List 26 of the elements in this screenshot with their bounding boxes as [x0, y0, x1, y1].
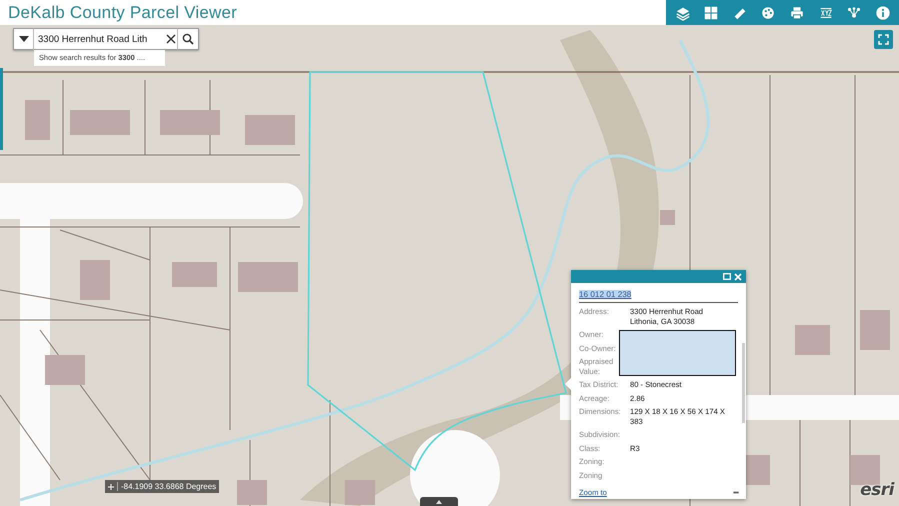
maximize-button[interactable] — [723, 273, 731, 280]
close-icon — [734, 272, 742, 280]
search-box[interactable]: 3300 Herrenhut Road Lith — [34, 28, 177, 50]
fullscreen-icon — [878, 34, 889, 45]
share-icon — [846, 4, 862, 20]
search-field[interactable]: 3300 Herrenhut Road Lith — [34, 34, 165, 44]
caret-icon — [18, 36, 28, 42]
coordinates-readout: -84.1909 33.6868 Degrees — [105, 480, 220, 493]
close-button[interactable] — [734, 272, 742, 280]
esri-logo: esri — [860, 480, 894, 500]
parcel-id-link[interactable]: 16 012 01 238 — [579, 290, 632, 299]
caret-icon — [436, 500, 442, 504]
search-icon — [182, 33, 194, 45]
clear-button[interactable] — [164, 34, 177, 44]
maximize-icon — [723, 273, 731, 280]
panel-handle[interactable] — [420, 497, 458, 506]
dropdown-button[interactable] — [13, 28, 34, 50]
fullscreen-button[interactable] — [874, 30, 893, 49]
plus-icon — [108, 484, 114, 490]
grid-icon — [703, 4, 720, 20]
close-icon — [166, 34, 176, 44]
palette-icon — [760, 4, 776, 20]
app-title: DeKalb County Parcel Viewer — [7, 2, 238, 24]
info-icon — [874, 4, 891, 20]
search-button[interactable] — [177, 28, 199, 50]
print-icon — [788, 4, 805, 20]
